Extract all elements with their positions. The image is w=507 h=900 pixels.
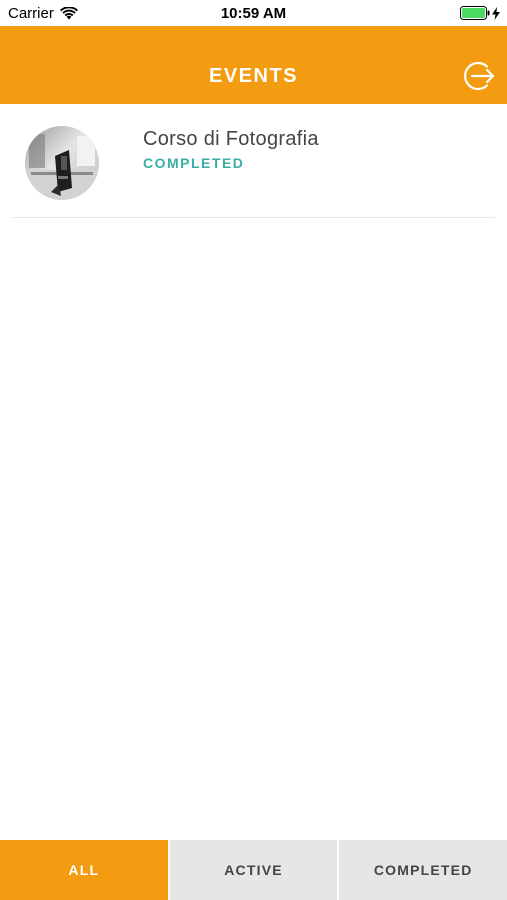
event-row[interactable]: Corso di Fotografia COMPLETED (0, 104, 507, 218)
battery-icon (460, 6, 490, 20)
app-header: EVENTS (0, 26, 507, 104)
event-status: COMPLETED (143, 155, 245, 171)
battery-indicator (460, 6, 500, 20)
logout-button[interactable] (461, 58, 497, 94)
bolt-icon (492, 6, 500, 20)
tab-completed[interactable]: COMPLETED (339, 840, 507, 900)
status-bar: Carrier 10:59 AM (0, 0, 507, 26)
filter-tab-bar: ALL ACTIVE COMPLETED (0, 840, 507, 900)
event-thumbnail (25, 126, 99, 200)
tab-all[interactable]: ALL (0, 840, 168, 900)
clock: 10:59 AM (220, 5, 287, 22)
event-title: Corso di Fotografia (143, 128, 319, 150)
tab-active[interactable]: ACTIVE (169, 840, 338, 900)
camera-photo-image (25, 126, 99, 200)
row-divider (12, 217, 495, 218)
page-title: EVENTS (208, 65, 299, 87)
logout-icon (464, 61, 495, 91)
event-list: Corso di Fotografia COMPLETED (0, 104, 507, 218)
